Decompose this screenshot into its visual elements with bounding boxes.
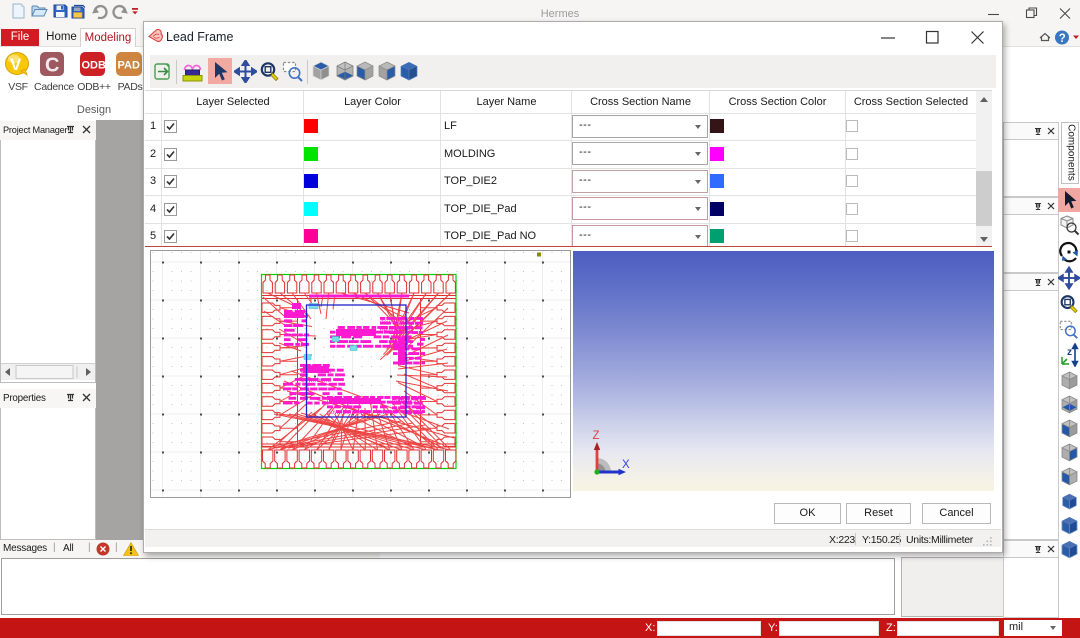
svg-text:Z: Z (593, 430, 600, 442)
svg-text:X: X (622, 459, 630, 471)
svg-text:dewnbond: dewnbond (301, 377, 331, 384)
svg-text:downbond: downbond (327, 398, 357, 405)
svg-text:z: z (1067, 347, 1072, 358)
svg-text:PAD: PAD (118, 60, 140, 72)
svg-text:V: V (10, 55, 22, 74)
svg-text:?: ? (1059, 33, 1066, 45)
svg-text:downbond: downbond (301, 368, 331, 375)
svg-text:C: C (45, 55, 59, 77)
svg-text:downbond dew: downbond dew (327, 409, 371, 416)
svg-text:ODB: ODB (82, 60, 107, 72)
svg-text:downbond: downbond (392, 398, 422, 405)
svg-text:nbond: nbond (379, 409, 397, 416)
